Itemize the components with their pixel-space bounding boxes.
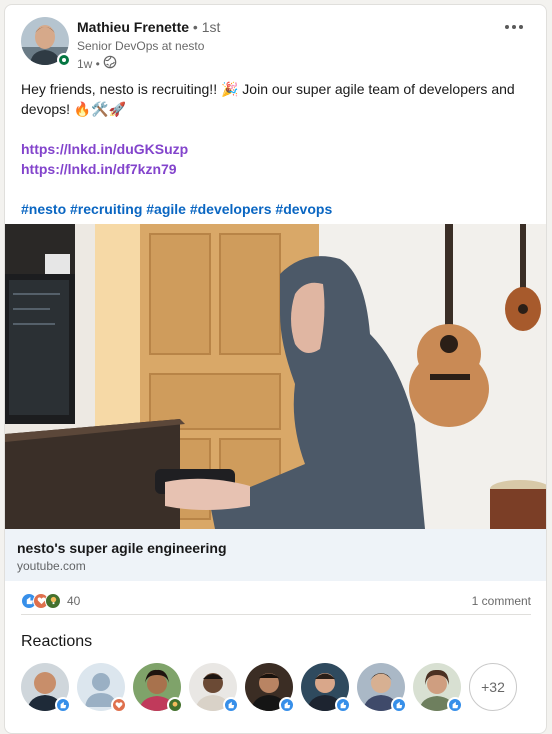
reactor-avatar[interactable] bbox=[189, 663, 239, 713]
more-options-icon[interactable] bbox=[500, 17, 528, 37]
reactions-summary[interactable]: 40 bbox=[21, 592, 80, 609]
link-preview-source: youtube.com bbox=[17, 559, 86, 573]
reactions-heading: Reactions bbox=[21, 633, 93, 650]
social-counts-bar: 40 1 comment bbox=[21, 587, 531, 615]
reaction-count[interactable]: 40 bbox=[67, 594, 80, 608]
reactor-avatar[interactable] bbox=[301, 663, 351, 713]
globe-icon bbox=[103, 55, 117, 72]
post-hashtags[interactable]: #nesto #recruiting #agile #developers #d… bbox=[21, 199, 531, 219]
post-text: Hey friends, nesto is recruiting!! 🎉 Joi… bbox=[21, 79, 531, 219]
connection-degree: • 1st bbox=[189, 19, 221, 35]
comment-count[interactable]: 1 comment bbox=[472, 594, 531, 608]
like-badge-icon bbox=[279, 697, 295, 713]
post-time: 1w • bbox=[77, 56, 100, 71]
author-name[interactable]: Mathieu Frenette bbox=[77, 19, 189, 35]
reactor-avatar[interactable] bbox=[21, 663, 71, 713]
link-preview[interactable]: nesto's super agile engineering youtube.… bbox=[5, 529, 546, 581]
reactors-list: +32 bbox=[21, 663, 517, 713]
insightful-badge-icon bbox=[167, 697, 183, 713]
like-badge-icon bbox=[223, 697, 239, 713]
post-body-text: Hey friends, nesto is recruiting!! 🎉 Joi… bbox=[21, 81, 515, 117]
like-badge-icon bbox=[447, 697, 463, 713]
author-name-line: Mathieu Frenette • 1st bbox=[77, 19, 220, 35]
post-link-2[interactable]: https://lnkd.in/df7kzn79 bbox=[21, 159, 531, 179]
reactor-avatar[interactable] bbox=[133, 663, 183, 713]
video-thumbnail[interactable] bbox=[5, 224, 546, 529]
feed-post-card: Mathieu Frenette • 1st Senior DevOps at … bbox=[4, 4, 547, 734]
insightful-reaction-icon bbox=[45, 592, 61, 609]
post-link-1[interactable]: https://lnkd.in/duGKSuzp bbox=[21, 139, 531, 159]
link-preview-title[interactable]: nesto's super agile engineering bbox=[17, 538, 534, 558]
reactor-avatar[interactable] bbox=[413, 663, 463, 713]
reactor-avatar[interactable] bbox=[77, 663, 127, 713]
like-badge-icon bbox=[335, 697, 351, 713]
reactor-avatar[interactable] bbox=[245, 663, 295, 713]
post-meta: 1w • bbox=[77, 55, 117, 72]
post-header: Mathieu Frenette • 1st Senior DevOps at … bbox=[21, 17, 534, 73]
more-reactors-button[interactable]: +32 bbox=[469, 663, 517, 711]
online-status-indicator bbox=[57, 53, 71, 67]
like-badge-icon bbox=[391, 697, 407, 713]
reactor-avatar[interactable] bbox=[357, 663, 407, 713]
author-headline: Senior DevOps at nesto bbox=[77, 39, 205, 53]
love-badge-icon bbox=[111, 697, 127, 713]
like-badge-icon bbox=[55, 697, 71, 713]
